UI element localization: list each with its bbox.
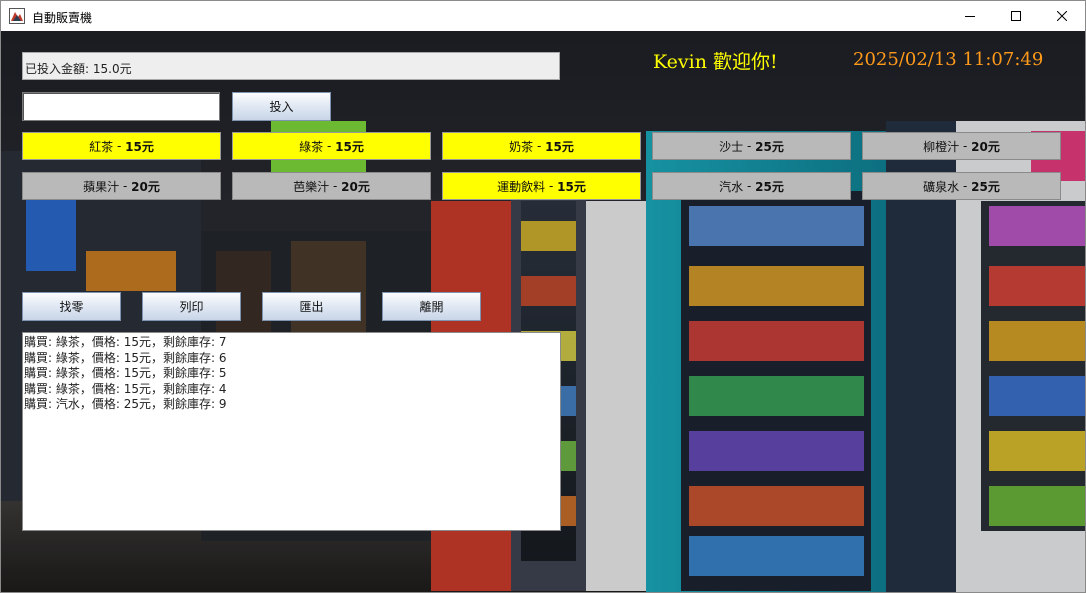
product-name: 紅茶	[89, 139, 114, 154]
log-line: 購買: 汽水，價格: 25元，剩餘庫存: 9	[24, 397, 227, 411]
log-line: 購買: 綠茶，價格: 15元，剩餘庫存: 4	[24, 381, 227, 396]
product-button-sports-drink[interactable]: 運動飲料 - 15元	[442, 172, 641, 200]
maximize-icon	[1011, 11, 1021, 21]
purchase-log-textarea[interactable]: 購買: 綠茶，價格: 15元，剩餘庫存: 7 購買: 綠茶，價格: 15元，剩餘…	[22, 332, 561, 531]
main-panel: 已投入金額: 15.0元 Kevin 歡迎你! 2025/02/13 11:07…	[1, 31, 1085, 592]
product-price: 15元	[335, 139, 364, 154]
product-name: 奶茶	[509, 139, 534, 154]
minimize-icon	[965, 16, 975, 17]
exit-button[interactable]: 離開	[382, 292, 481, 321]
product-price: 25元	[755, 179, 784, 194]
inserted-amount-field: 已投入金額: 15.0元	[22, 52, 560, 80]
product-name: 柳橙汁	[923, 139, 960, 154]
close-button[interactable]	[1039, 1, 1085, 31]
app-icon	[9, 8, 25, 24]
money-input[interactable]	[22, 92, 220, 121]
product-button-mineral-water[interactable]: 礦泉水 - 25元	[862, 172, 1061, 200]
product-price: 25元	[755, 139, 784, 154]
product-button-green-tea[interactable]: 綠茶 - 15元	[232, 132, 431, 160]
product-price: 15元	[557, 179, 586, 194]
window-title: 自動販賣機	[32, 11, 93, 25]
product-price: 15元	[545, 139, 574, 154]
product-name: 芭樂汁	[293, 179, 330, 194]
export-button[interactable]: 匯出	[262, 292, 361, 321]
product-name: 綠茶	[299, 139, 324, 154]
welcome-label: Kevin 歡迎你!	[653, 51, 778, 73]
insert-button[interactable]: 投入	[232, 92, 331, 121]
product-name: 汽水	[719, 179, 744, 194]
product-button-apple-juice[interactable]: 蘋果汁 - 20元	[22, 172, 221, 200]
maximize-button[interactable]	[993, 1, 1039, 31]
product-button-orange-juice[interactable]: 柳橙汁 - 20元	[862, 132, 1061, 160]
product-name: 沙士	[719, 139, 744, 154]
clock-label: 2025/02/13 11:07:49	[853, 49, 1044, 70]
product-price: 20元	[971, 139, 1000, 154]
product-button-black-tea[interactable]: 紅茶 - 15元	[22, 132, 221, 160]
product-price: 20元	[341, 179, 370, 194]
minimize-button[interactable]	[947, 1, 993, 31]
app-window: 自動販賣機 已投入金額: 15.0元 Kevin 歡迎你! 2025/02/13…	[0, 0, 1086, 593]
close-icon	[1057, 11, 1067, 21]
log-line: 購買: 綠茶，價格: 15元，剩餘庫存: 7	[24, 335, 227, 349]
product-button-sarsaparilla[interactable]: 沙士 - 25元	[652, 132, 851, 160]
print-button[interactable]: 列印	[142, 292, 241, 321]
product-price: 20元	[131, 179, 160, 194]
log-line: 購買: 綠茶，價格: 15元，剩餘庫存: 5	[24, 366, 227, 380]
product-name: 蘋果汁	[83, 179, 120, 194]
change-button[interactable]: 找零	[22, 292, 121, 321]
product-name: 礦泉水	[923, 179, 960, 194]
log-line: 購買: 綠茶，價格: 15元，剩餘庫存: 6	[24, 350, 227, 365]
product-price: 25元	[971, 179, 1000, 194]
product-button-soda[interactable]: 汽水 - 25元	[652, 172, 851, 200]
product-name: 運動飲料	[497, 179, 546, 194]
title-bar[interactable]: 自動販賣機	[1, 1, 1085, 31]
product-button-guava-juice[interactable]: 芭樂汁 - 20元	[232, 172, 431, 200]
product-price: 15元	[125, 139, 154, 154]
product-button-milk-tea[interactable]: 奶茶 - 15元	[442, 132, 641, 160]
